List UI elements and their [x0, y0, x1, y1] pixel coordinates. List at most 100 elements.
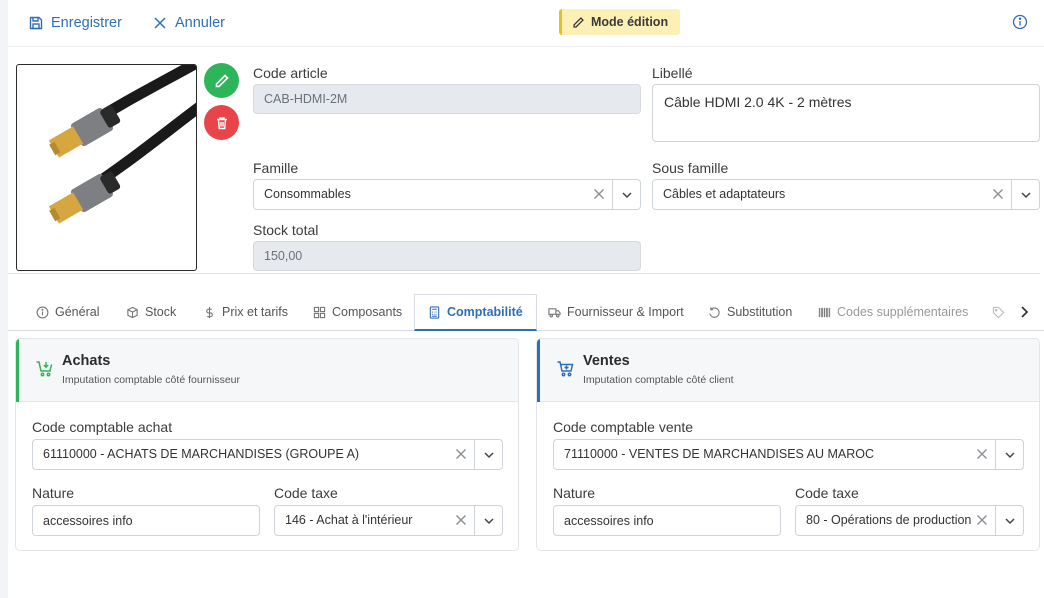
clear-icon[interactable]: [975, 513, 989, 527]
tab-bar: Général Stock Prix et tarifs Composants …: [8, 294, 1044, 331]
stock-total-input[interactable]: 150,00: [253, 241, 641, 271]
mode-badge: Mode édition: [559, 9, 681, 35]
info-icon[interactable]: [1012, 14, 1028, 30]
toolbar: Enregistrer Annuler Mode édition: [8, 0, 1044, 44]
trash-icon: [216, 116, 227, 129]
pencil-icon: [573, 16, 584, 28]
tab-label: Composants: [332, 305, 403, 319]
rotate-icon: [709, 306, 720, 318]
tab-label: Codes supplémentaires: [837, 305, 969, 319]
code-comptable-achat-dropdown-toggle[interactable]: [474, 440, 502, 469]
pencil-icon: [215, 73, 229, 87]
ventes-accent-bar: [537, 339, 540, 402]
famille-select[interactable]: Consommables: [253, 179, 641, 210]
tab-label: Fournisseur & Import: [567, 305, 684, 319]
tab-label: Stock: [145, 305, 177, 319]
clear-icon[interactable]: [975, 447, 989, 461]
chevron-down-icon: [483, 517, 494, 524]
code-article-input[interactable]: CAB-HDMI-2M: [253, 84, 641, 114]
close-icon: [154, 17, 166, 29]
article-header-card: Code article CAB-HDMI-2M Libellé Câble H…: [8, 56, 1040, 274]
save-icon: [29, 16, 43, 30]
stock-total-label: Stock total: [253, 222, 319, 238]
cart-plus-icon: [557, 361, 574, 377]
tab-label: Prix et tarifs: [222, 305, 288, 319]
tab-prix-tarifs[interactable]: Prix et tarifs: [203, 294, 288, 330]
code-comptable-vente-select[interactable]: 71110000 - VENTES DE MARCHANDISES AU MAR…: [553, 439, 1024, 470]
libelle-label: Libellé: [652, 65, 693, 81]
chevron-right-icon[interactable]: [1016, 304, 1032, 320]
ventes-panel: Ventes Imputation comptable côté client …: [536, 338, 1040, 551]
tab-label: Substitution: [727, 305, 793, 319]
sous-famille-dropdown-toggle[interactable]: [1011, 180, 1039, 209]
tab-label: Général: [55, 305, 100, 319]
code-comptable-vente-value: 71110000 - VENTES DE MARCHANDISES AU MAR…: [564, 447, 875, 461]
tag-icon: [992, 306, 1005, 318]
code-comptable-achat-label: Code comptable achat: [32, 419, 173, 435]
cart-download-icon: [36, 361, 53, 377]
code-taxe-vente-label: Code taxe: [795, 485, 859, 501]
code-comptable-achat-select[interactable]: 61110000 - ACHATS DE MARCHANDISES (GROUP…: [32, 439, 503, 470]
nature-achat-input[interactable]: accessoires info: [32, 505, 260, 536]
code-taxe-vente-dropdown-toggle[interactable]: [995, 506, 1023, 535]
tab-more-tag[interactable]: [992, 294, 1005, 330]
nature-vente-label: Nature: [553, 485, 596, 501]
clear-icon[interactable]: [991, 187, 1005, 201]
tab-codes-supplementaires[interactable]: Codes supplémentaires: [818, 294, 968, 330]
tab-fournisseur-import[interactable]: Fournisseur & Import: [548, 294, 684, 330]
tab-general[interactable]: Général: [36, 294, 99, 330]
tab-composants[interactable]: Composants: [313, 294, 402, 330]
sous-famille-value: Câbles et adaptateurs: [663, 187, 786, 201]
ventes-subtitle: Imputation comptable côté client: [583, 374, 734, 386]
nature-achat-label: Nature: [32, 485, 75, 501]
famille-label: Famille: [253, 160, 299, 176]
sous-famille-select[interactable]: Câbles et adaptateurs: [652, 179, 1040, 210]
toolbar-divider: [8, 46, 1044, 47]
cancel-label: Annuler: [175, 15, 225, 31]
tab-label: Comptabilité: [447, 305, 523, 319]
achats-accent-bar: [16, 339, 19, 402]
code-comptable-achat-value: 61110000 - ACHATS DE MARCHANDISES (GROUP…: [43, 447, 360, 461]
tab-substitution[interactable]: Substitution: [708, 294, 792, 330]
edit-image-button[interactable]: [204, 63, 239, 98]
code-taxe-achat-dropdown-toggle[interactable]: [474, 506, 502, 535]
libelle-textarea[interactable]: Câble HDMI 2.0 4K - 2 mètres: [652, 84, 1040, 142]
code-taxe-achat-value: 146 - Achat à l'intérieur: [285, 513, 413, 527]
chevron-down-icon: [483, 451, 494, 458]
hdmi-cable-image: [48, 65, 196, 224]
sous-famille-label: Sous famille: [652, 160, 729, 176]
code-comptable-vente-dropdown-toggle[interactable]: [995, 440, 1023, 469]
chevron-down-icon: [621, 191, 632, 198]
code-taxe-vente-value: 80 - Opérations de production et: [806, 513, 986, 527]
ventes-panel-header: Ventes Imputation comptable côté client: [537, 339, 1039, 402]
mode-label: Mode édition: [591, 15, 669, 29]
product-image[interactable]: [16, 64, 197, 271]
left-edge-bar: [0, 0, 8, 598]
save-button[interactable]: Enregistrer: [28, 12, 122, 34]
code-taxe-vente-select[interactable]: 80 - Opérations de production et: [795, 505, 1024, 536]
barcode-icon: [818, 307, 831, 317]
achats-panel: Achats Imputation comptable côté fournis…: [15, 338, 519, 551]
achats-subtitle: Imputation comptable côté fournisseur: [62, 374, 241, 386]
tab-comptabilite[interactable]: Comptabilité: [414, 294, 537, 331]
chevron-down-icon: [1004, 517, 1015, 524]
tab-stock[interactable]: Stock: [126, 294, 176, 330]
clear-icon[interactable]: [592, 187, 606, 201]
code-taxe-achat-select[interactable]: 146 - Achat à l'intérieur: [274, 505, 503, 536]
code-article-label: Code article: [253, 65, 328, 81]
box-icon: [127, 306, 138, 318]
info-icon: [36, 306, 49, 318]
ventes-title: Ventes: [583, 353, 630, 369]
cancel-button[interactable]: Annuler: [152, 12, 225, 34]
grid-icon: [313, 306, 326, 318]
chevron-down-icon: [1020, 191, 1031, 198]
clear-icon[interactable]: [454, 447, 468, 461]
delete-image-button[interactable]: [204, 105, 239, 140]
clear-icon[interactable]: [454, 513, 468, 527]
truck-icon: [548, 307, 561, 318]
nature-vente-input[interactable]: accessoires info: [553, 505, 781, 536]
chevron-down-icon: [1004, 451, 1015, 458]
famille-dropdown-toggle[interactable]: [612, 180, 640, 209]
code-taxe-achat-label: Code taxe: [274, 485, 338, 501]
code-comptable-vente-label: Code comptable vente: [553, 419, 694, 435]
